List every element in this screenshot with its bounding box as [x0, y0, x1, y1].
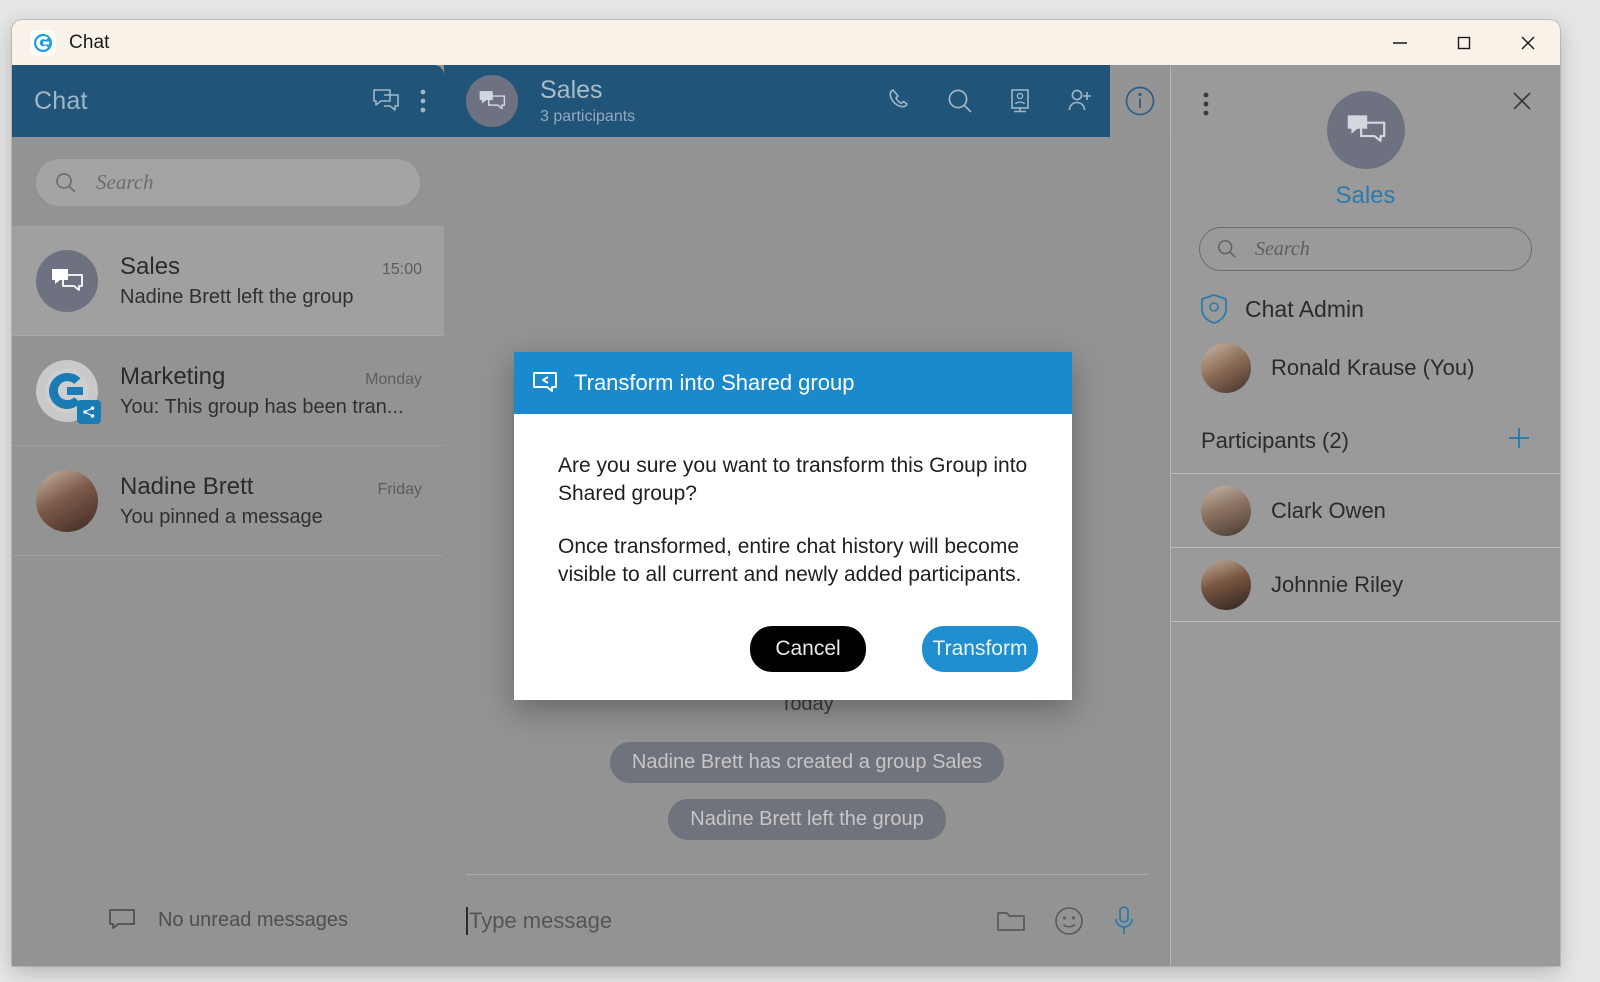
chat-list: Sales 15:00 Nadine Brett left the group	[12, 226, 444, 874]
participant-name: Clark Owen	[1271, 497, 1386, 523]
dialog-title: Transform into Shared group	[574, 370, 855, 395]
text-caret	[466, 906, 468, 935]
avatar	[1201, 559, 1251, 610]
app-root: Chat Chat Search Sales 15:00 Nadine Bret…	[0, 0, 1600, 982]
sidebar-header-actions	[372, 88, 426, 114]
transform-group-dialog: Transform into Shared group Are you sure…	[514, 352, 1072, 700]
participant-search-input[interactable]: Search	[1199, 227, 1532, 271]
chat-admin-name: Ronald Krause (You)	[1271, 355, 1475, 380]
chat-item-row-top: Nadine Brett Friday	[120, 473, 422, 501]
group-chat-icon	[36, 249, 98, 312]
phone-icon[interactable]	[870, 65, 930, 137]
chat-item-preview: Nadine Brett left the group	[120, 285, 354, 308]
participant-name: Johnnie Riley	[1271, 571, 1404, 597]
kebab-menu-icon[interactable]	[420, 88, 426, 114]
message-placeholder: Type message	[469, 907, 613, 933]
page-title: Sales	[540, 76, 603, 105]
search-icon[interactable]	[930, 65, 990, 137]
chat-item-row-top: Marketing Monday	[120, 363, 422, 391]
emoji-icon[interactable]	[1054, 906, 1084, 936]
chat-admin-row[interactable]: Ronald Krause (You)	[1171, 325, 1560, 393]
chat-item-time: 15:00	[381, 260, 422, 278]
group-info-panel: Sales Search Chat Admin Ronald Krause (Y…	[1170, 65, 1560, 966]
dialog-paragraph-2: Once transformed, entire chat history wi…	[558, 534, 1022, 587]
window-title: Chat	[69, 31, 110, 53]
participant-search-placeholder: Search	[1255, 237, 1310, 260]
search-input[interactable]: Search	[36, 159, 420, 206]
composer-actions	[996, 905, 1148, 937]
avatar	[36, 469, 98, 532]
chat-item-name: Nadine Brett	[120, 472, 254, 500]
message-composer: Type message	[466, 874, 1148, 966]
chat-item-name: Marketing	[120, 362, 226, 390]
plus-icon[interactable]	[1504, 423, 1534, 459]
maximize-button[interactable]	[1432, 20, 1496, 65]
info-icon[interactable]	[1110, 65, 1170, 137]
video-device-icon[interactable]	[990, 65, 1050, 137]
chat-admin-label: Chat Admin	[1245, 295, 1364, 322]
sidebar-header: Chat	[12, 65, 444, 137]
chat-sidebar: Chat Search Sales 15:00 Nadine Brett lef…	[12, 65, 444, 966]
attach-file-icon[interactable]	[996, 908, 1026, 934]
chat-list-item-nadine-brett[interactable]: Nadine Brett Friday You pinned a message	[12, 446, 444, 556]
participants-count: 3 participants	[540, 107, 636, 125]
avatar	[1201, 343, 1251, 393]
participants-title: Participants (2)	[1201, 428, 1349, 453]
group-name: Sales	[1335, 182, 1396, 209]
shared-group-badge	[77, 399, 101, 424]
chat-item-meta: Sales 15:00 Nadine Brett left the group	[120, 253, 422, 309]
close-icon[interactable]	[1510, 89, 1534, 118]
participant-row[interactable]: Johnnie Riley	[1171, 548, 1560, 622]
conversation-header: Sales 3 participants	[444, 65, 1170, 137]
chat-list-item-sales[interactable]: Sales 15:00 Nadine Brett left the group	[12, 226, 444, 336]
chat-item-time: Monday	[365, 370, 422, 388]
brand-logo-avatar	[36, 359, 101, 424]
dialog-paragraph-1: Are you sure you want to transform this …	[558, 454, 1028, 506]
chat-item-meta: Nadine Brett Friday You pinned a message	[120, 473, 422, 529]
new-chat-icon[interactable]	[372, 88, 402, 114]
participants-header: Participants (2)	[1171, 393, 1560, 474]
chat-item-preview: You pinned a message	[120, 505, 323, 528]
conversation-title-block: Sales 3 participants	[540, 76, 635, 126]
dialog-actions: Cancel Transform	[514, 626, 1072, 700]
chat-item-row-top: Sales 15:00	[120, 253, 422, 281]
group-chat-icon	[466, 75, 518, 127]
kebab-menu-icon[interactable]	[1203, 91, 1209, 122]
unread-status: No unread messages	[12, 874, 444, 966]
group-chat-icon	[1326, 91, 1405, 169]
search-icon	[54, 171, 78, 195]
search-icon	[1216, 238, 1238, 260]
shared-group-icon	[532, 371, 558, 395]
dialog-body: Are you sure you want to transform this …	[514, 414, 1072, 626]
microphone-icon[interactable]	[1112, 905, 1136, 937]
group-info-header: Sales Search	[1171, 65, 1560, 271]
message-input[interactable]: Type message	[466, 906, 996, 935]
chat-list-item-marketing[interactable]: Marketing Monday You: This group has bee…	[12, 336, 444, 446]
transform-button[interactable]: Transform	[922, 626, 1038, 672]
participant-row[interactable]: Clark Owen	[1171, 474, 1560, 548]
chat-item-name: Sales	[120, 252, 181, 280]
chat-item-preview: You: This group has been tran...	[120, 395, 404, 418]
close-button[interactable]	[1496, 20, 1560, 65]
sidebar-search-container: Search	[12, 137, 444, 226]
dialog-header: Transform into Shared group	[514, 352, 1072, 414]
system-message: Nadine Brett has created a group Sales	[609, 742, 1005, 783]
avatar	[1201, 485, 1251, 536]
chat-item-time: Friday	[377, 480, 422, 498]
unread-status-text: No unread messages	[157, 908, 349, 931]
minimize-button[interactable]	[1368, 20, 1432, 65]
sidebar-title: Chat	[34, 86, 88, 115]
search-placeholder: Search	[96, 170, 154, 194]
add-user-icon[interactable]	[1050, 65, 1110, 137]
bitrix-logo-icon	[30, 29, 56, 56]
message-bubble-icon	[108, 908, 136, 932]
cancel-button[interactable]: Cancel	[750, 626, 866, 672]
chat-item-meta: Marketing Monday You: This group has bee…	[120, 363, 422, 419]
shield-user-icon	[1199, 293, 1229, 325]
conversation-actions	[870, 65, 1170, 137]
system-message: Nadine Brett left the group	[668, 799, 946, 840]
window-controls	[1368, 20, 1560, 65]
chat-window: Chat Chat Search Sales 15:00 Nadine Bret…	[12, 20, 1560, 966]
window-titlebar: Chat	[12, 20, 1560, 65]
